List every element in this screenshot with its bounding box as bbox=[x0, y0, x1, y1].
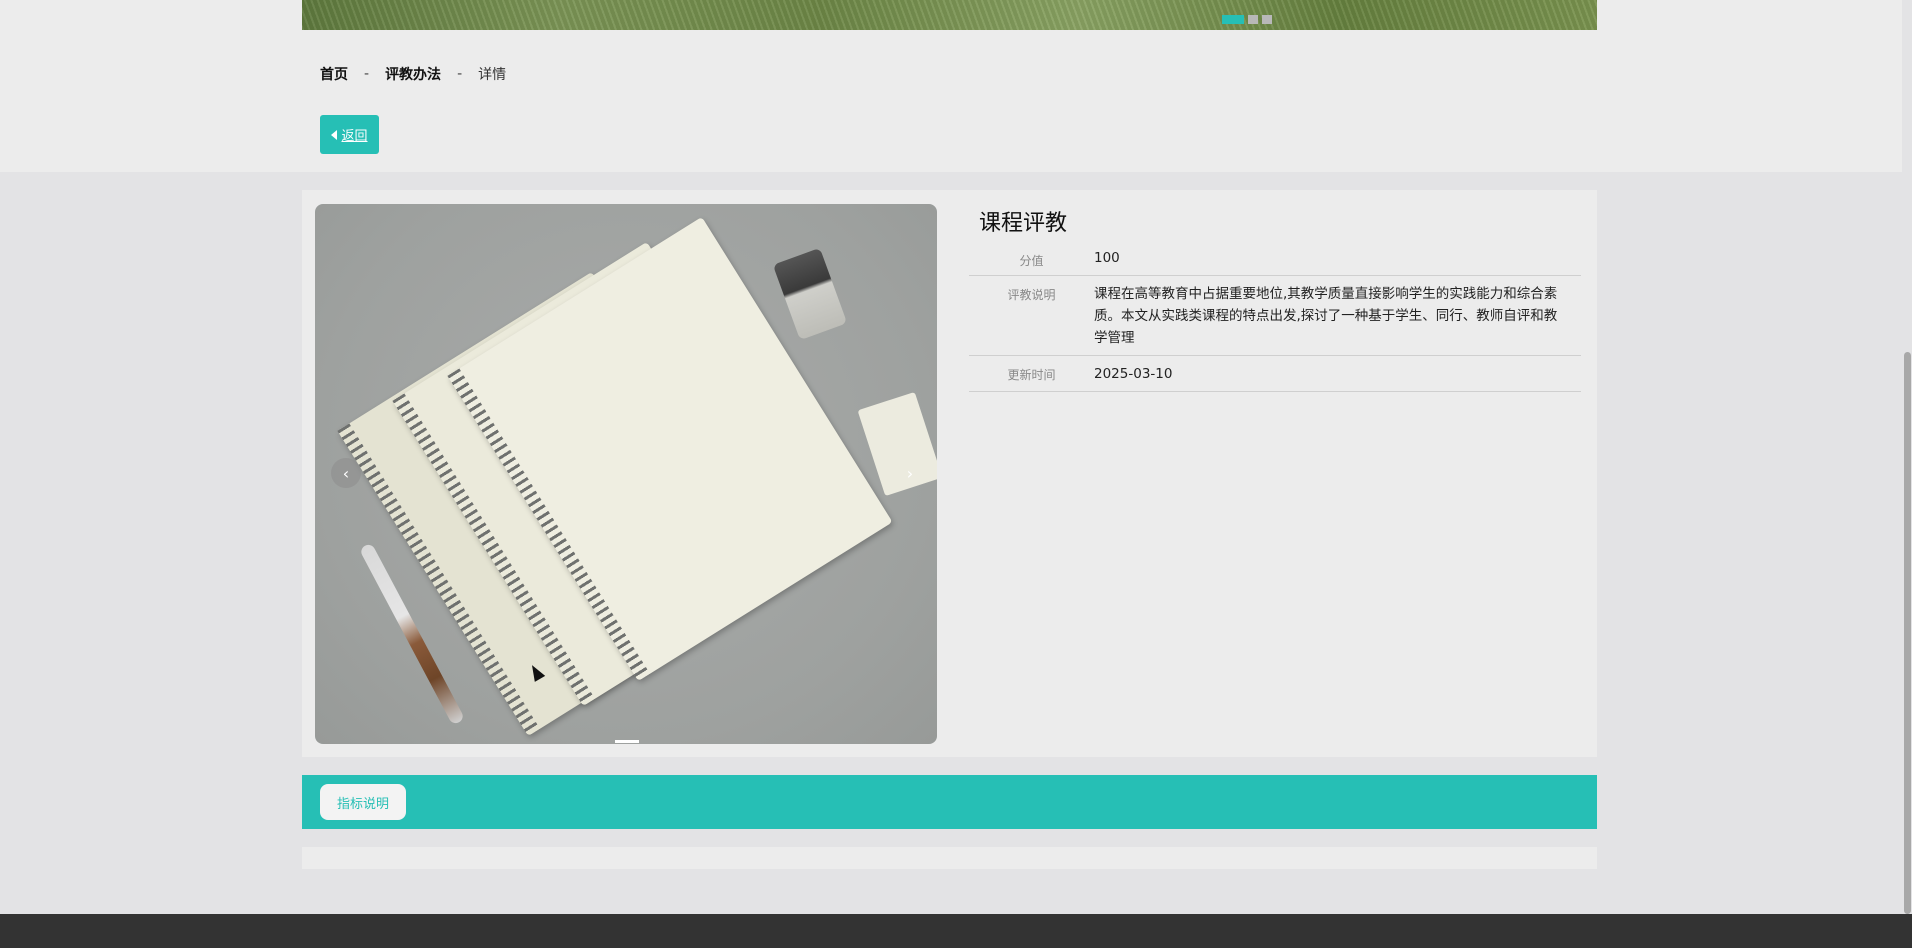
chevron-left-icon[interactable]: ‹ bbox=[331, 458, 361, 488]
back-button-label: 返回 bbox=[341, 129, 368, 144]
breadcrumb: 首页 - 评教办法 - 详情 bbox=[320, 64, 506, 84]
info-value: 100 bbox=[1094, 250, 1120, 266]
info-value: 课程在高等教育中占据重要地位,其教学质量直接影响学生的实践能力和综合素质。本文从… bbox=[1094, 286, 1558, 346]
back-button[interactable]: 返回 bbox=[320, 115, 379, 154]
detail-info: 课程评教 分值 100 评教说明 课程在高等教育中占据重要地位,其教学质量直接影… bbox=[969, 208, 1581, 392]
scrollbar[interactable] bbox=[1902, 0, 1912, 914]
footer bbox=[0, 914, 1912, 948]
banner-dot-1[interactable] bbox=[1222, 15, 1244, 24]
info-row-updated: 更新时间 2025-03-10 bbox=[969, 356, 1581, 392]
page-title: 课程评教 bbox=[979, 211, 1068, 236]
tab-panel bbox=[302, 847, 1597, 869]
breadcrumb-current: 详情 bbox=[478, 67, 507, 83]
banner-image bbox=[302, 0, 1597, 30]
breadcrumb-separator: - bbox=[364, 66, 370, 82]
info-value: 2025-03-10 bbox=[1094, 366, 1173, 382]
tab-indicator-description[interactable]: 指标说明 bbox=[320, 784, 406, 820]
info-row-score: 分值 100 bbox=[969, 242, 1581, 276]
banner-dot-3[interactable] bbox=[1262, 15, 1272, 24]
detail-card: ‹ › 课程评教 分值 100 评教说明 课程在高等教育中占据重要地位,其教学质… bbox=[302, 190, 1597, 757]
info-label: 分值 bbox=[1019, 254, 1044, 268]
banner-dot-2[interactable] bbox=[1248, 15, 1258, 24]
breadcrumb-section[interactable]: 评教办法 bbox=[385, 64, 441, 84]
scrollbar-thumb[interactable] bbox=[1904, 352, 1911, 914]
image-carousel[interactable]: ‹ › bbox=[315, 204, 937, 744]
breadcrumb-home[interactable]: 首页 bbox=[320, 64, 348, 84]
breadcrumb-separator: - bbox=[457, 66, 463, 82]
chevron-right-icon[interactable]: › bbox=[895, 458, 925, 488]
caret-left-icon bbox=[331, 129, 338, 140]
stamp-illustration bbox=[772, 247, 848, 341]
info-label: 评教说明 bbox=[1007, 288, 1056, 302]
info-label: 更新时间 bbox=[1007, 368, 1056, 382]
banner-dots bbox=[1222, 15, 1272, 24]
tab-bar: 指标说明 bbox=[302, 775, 1597, 829]
carousel-indicator[interactable] bbox=[615, 740, 639, 743]
info-row-description: 评教说明 课程在高等教育中占据重要地位,其教学质量直接影响学生的实践能力和综合素… bbox=[969, 276, 1581, 356]
